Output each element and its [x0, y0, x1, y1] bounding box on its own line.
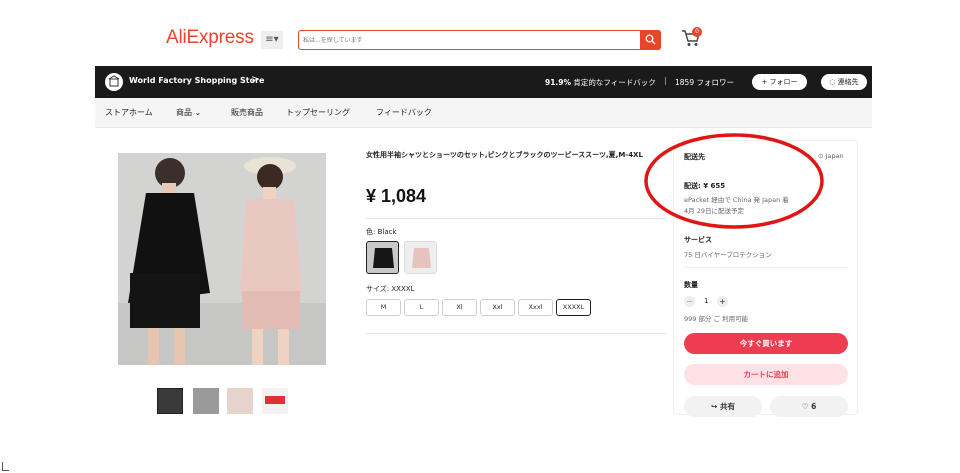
store-bar: World Factory Shopping Store > 91.9% 肯定的…: [95, 66, 872, 98]
search-bar: [298, 29, 661, 50]
size-label: サイズ: XXXXL: [366, 285, 415, 293]
site-header: AliExpress ≡▾ 0: [0, 0, 960, 66]
buy-now-button[interactable]: 今すぐ買います: [684, 333, 848, 354]
chat-icon: ◌: [829, 78, 838, 86]
wishlist-count: 6: [811, 402, 817, 411]
heart-icon: ♡: [801, 402, 812, 411]
nav-store-home[interactable]: ストアホーム: [105, 107, 153, 118]
thumbnail-1[interactable]: [157, 388, 183, 414]
product-title: 女性用半袖シャツとショーツのセット,ピンクとブラックのツーピーススーツ,夏,M-…: [366, 151, 643, 159]
service-detail[interactable]: 75 日バイヤープロテクション: [684, 249, 772, 259]
size-chart-badge: [265, 396, 285, 404]
quantity-label: 数量: [684, 281, 698, 289]
store-logo-icon[interactable]: [105, 73, 123, 91]
size-option-l[interactable]: L: [404, 299, 439, 316]
product-main-image[interactable]: [118, 153, 326, 365]
share-button[interactable]: ↪ 共有: [684, 396, 762, 417]
aliexpress-logo[interactable]: AliExpress: [166, 27, 254, 49]
color-option-black[interactable]: [366, 241, 399, 274]
store-nav: ストアホーム 商品 ⌄ 販売商品 トップセーリング フィードバック: [95, 98, 872, 128]
size-option-xxl[interactable]: Xxl: [480, 299, 515, 316]
separator: |: [664, 76, 667, 85]
divider: [366, 333, 666, 334]
categories-menu-button[interactable]: ≡▾: [261, 31, 283, 49]
color-option-pink[interactable]: [404, 241, 437, 274]
nav-top-selling[interactable]: トップセーリング: [286, 107, 350, 118]
product-price: ¥ 1,084: [366, 186, 427, 206]
thumbnail-4[interactable]: [262, 388, 288, 414]
product-photo: [118, 153, 326, 365]
available-count: 999 部分 ご 利用可能: [684, 315, 749, 323]
feedback-label: 肯定的なフィードバック: [571, 78, 656, 87]
contact-label: 連絡先: [837, 78, 859, 86]
store-feedback: 91.9% 肯定的なフィードバック: [545, 77, 656, 88]
size-option-m[interactable]: M: [366, 299, 401, 316]
quantity-plus-button[interactable]: +: [717, 296, 728, 307]
store-name-link[interactable]: World Factory Shopping Store: [129, 76, 264, 85]
add-to-cart-button[interactable]: カートに追加: [684, 364, 848, 385]
nav-feedback[interactable]: フィードバック: [376, 107, 432, 118]
share-label: 共有: [719, 402, 735, 411]
thumbnail-3[interactable]: [227, 388, 253, 414]
feedback-percent: 91.9%: [545, 78, 572, 87]
follow-button[interactable]: + フォロー: [752, 74, 807, 90]
share-icon: ↪: [711, 402, 720, 411]
nav-products[interactable]: 商品 ⌄: [176, 107, 201, 118]
crop-mark: [2, 462, 9, 471]
size-option-xxxl[interactable]: Xxxl: [518, 299, 553, 316]
chevron-right-icon[interactable]: >: [251, 74, 259, 85]
store-followers: 1859 フォロワー: [675, 78, 734, 87]
cart-count-badge: 0: [692, 27, 702, 37]
contact-button[interactable]: ◌ 連絡先: [821, 74, 867, 90]
search-icon: [645, 34, 656, 44]
size-option-xl[interactable]: Xl: [442, 299, 477, 316]
thumbnail-2[interactable]: [193, 388, 219, 414]
search-input[interactable]: [303, 32, 633, 48]
color-label: 色: Black: [366, 228, 397, 236]
size-option-xxxxl[interactable]: XXXXL: [556, 299, 591, 316]
quantity-minus-button[interactable]: −: [684, 296, 695, 307]
nav-sale-items[interactable]: 販売商品: [231, 107, 263, 118]
service-label: サービス: [684, 236, 712, 244]
search-button[interactable]: [640, 29, 661, 50]
divider: [366, 218, 666, 219]
divider: [684, 267, 848, 268]
wishlist-button[interactable]: ♡ 6: [770, 396, 848, 417]
quantity-value[interactable]: 1: [704, 297, 708, 305]
annotation-ellipse: [644, 133, 824, 229]
